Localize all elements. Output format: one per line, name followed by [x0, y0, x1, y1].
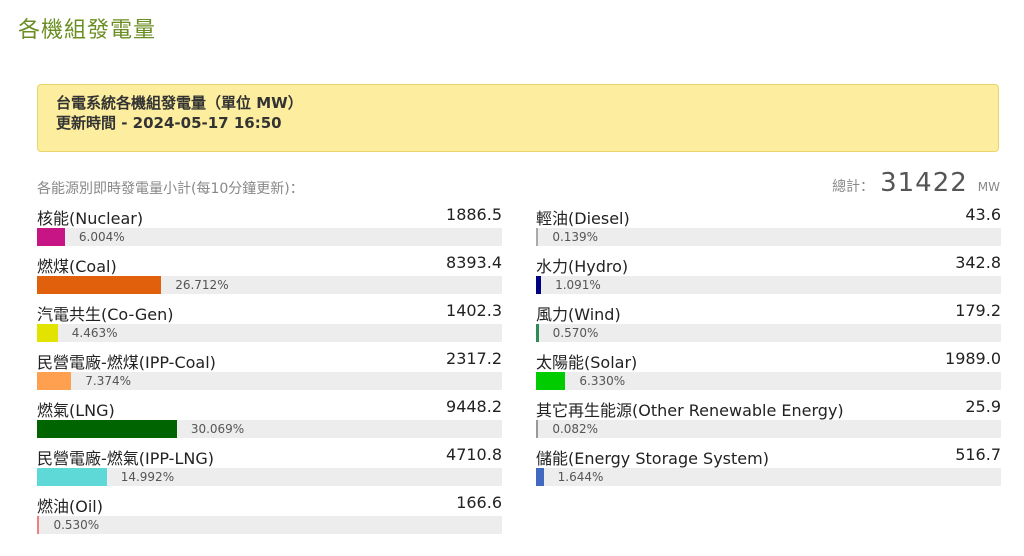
- share-bar-track: 0.530%: [37, 516, 502, 534]
- share-percent: 0.530%: [53, 518, 100, 532]
- share-percent: 1.644%: [557, 470, 604, 484]
- energy-value: 9448.2: [446, 397, 502, 416]
- energy-value: 4710.8: [446, 445, 502, 464]
- energy-value: 342.8: [955, 253, 1001, 272]
- share-bar-track: 1.644%: [536, 468, 1001, 486]
- energy-item: 燃煤(Coal) 8393.4 26.712%: [37, 253, 502, 301]
- share-bar-fill: [536, 420, 539, 438]
- share-percent: 30.069%: [190, 422, 245, 436]
- update-time: 更新時間 - 2024-05-17 16:50: [56, 114, 282, 132]
- subtotal-heading: 各能源別即時發電量小計(每10分鐘更新)：: [37, 181, 304, 197]
- total-label: 總計：: [832, 179, 875, 195]
- energy-name: 儲能(Energy Storage System): [536, 449, 769, 468]
- energy-item: 風力(Wind) 179.2 0.570%: [536, 301, 1001, 349]
- energy-list-right: 輕油(Diesel) 43.6 0.139% 水力(Hydro) 342.8 1.091%…: [536, 205, 1001, 493]
- share-bar-track: 6.330%: [536, 372, 1001, 390]
- energy-item: 民營電廠-燃煤(IPP-Coal) 2317.2 7.374%: [37, 349, 502, 397]
- energy-name: 核能(Nuclear): [37, 209, 144, 228]
- energy-item: 儲能(Energy Storage System) 516.7 1.644%: [536, 445, 1001, 493]
- total-summary: 總計： 31422 MW: [832, 168, 1000, 198]
- share-bar-fill: [536, 468, 544, 486]
- share-bar-fill: [37, 324, 58, 342]
- energy-name: 燃氣(LNG): [37, 401, 115, 420]
- share-percent: 6.330%: [579, 374, 626, 388]
- share-bar-track: 7.374%: [37, 372, 502, 390]
- energy-value: 166.6: [456, 493, 502, 512]
- energy-item: 汽電共生(Co-Gen) 1402.3 4.463%: [37, 301, 502, 349]
- energy-item: 太陽能(Solar) 1989.0 6.330%: [536, 349, 1001, 397]
- share-bar-fill: [37, 516, 40, 534]
- energy-value: 516.7: [955, 445, 1001, 464]
- share-percent: 0.082%: [552, 422, 599, 436]
- energy-name: 其它再生能源(Other Renewable Energy): [536, 401, 844, 420]
- energy-value: 1989.0: [945, 349, 1001, 368]
- share-bar-fill: [37, 228, 65, 246]
- share-bar-fill: [37, 420, 177, 438]
- share-bar-track: 30.069%: [37, 420, 502, 438]
- share-bar-fill: [536, 228, 539, 246]
- energy-name: 輕油(Diesel): [536, 209, 630, 228]
- share-bar-fill: [37, 468, 107, 486]
- energy-name: 燃油(Oil): [37, 497, 103, 516]
- share-bar-fill: [37, 372, 72, 390]
- energy-name: 汽電共生(Co-Gen): [37, 305, 174, 324]
- share-bar-track: 0.082%: [536, 420, 1001, 438]
- energy-list-left: 核能(Nuclear) 1886.5 6.004% 燃煤(Coal) 8393.4 26.…: [37, 205, 502, 541]
- share-bar-track: 14.992%: [37, 468, 502, 486]
- energy-item: 燃油(Oil) 166.6 0.530%: [37, 493, 502, 541]
- energy-name: 太陽能(Solar): [536, 353, 638, 372]
- info-box: 台電系統各機組發電量（單位 MW） 更新時間 - 2024-05-17 16:5…: [37, 84, 999, 152]
- share-bar-track: 4.463%: [37, 324, 502, 342]
- share-percent: 0.570%: [552, 326, 599, 340]
- energy-name: 燃煤(Coal): [37, 257, 117, 276]
- energy-value: 2317.2: [446, 349, 502, 368]
- share-bar-fill: [37, 276, 162, 294]
- energy-item: 水力(Hydro) 342.8 1.091%: [536, 253, 1001, 301]
- share-bar-track: 0.139%: [536, 228, 1001, 246]
- energy-value: 1886.5: [446, 205, 502, 224]
- share-bar-fill: [536, 372, 566, 390]
- share-percent: 14.992%: [120, 470, 175, 484]
- share-percent: 7.374%: [85, 374, 132, 388]
- total-value: 31422: [880, 168, 968, 198]
- energy-name: 民營電廠-燃煤(IPP-Coal): [37, 353, 216, 372]
- energy-item: 輕油(Diesel) 43.6 0.139%: [536, 205, 1001, 253]
- share-percent: 0.139%: [552, 230, 599, 244]
- energy-value: 1402.3: [446, 301, 502, 320]
- share-percent: 4.463%: [71, 326, 118, 340]
- share-bar-fill: [536, 276, 542, 294]
- energy-name: 風力(Wind): [536, 305, 621, 324]
- energy-name: 民營電廠-燃氣(IPP-LNG): [37, 449, 214, 468]
- energy-value: 8393.4: [446, 253, 502, 272]
- share-bar-track: 0.570%: [536, 324, 1001, 342]
- energy-item: 民營電廠-燃氣(IPP-LNG) 4710.8 14.992%: [37, 445, 502, 493]
- page-title: 各機組發電量: [18, 18, 157, 43]
- energy-value: 25.9: [965, 397, 1001, 416]
- energy-name: 水力(Hydro): [536, 257, 629, 276]
- share-bar-track: 1.091%: [536, 276, 1001, 294]
- energy-item: 核能(Nuclear) 1886.5 6.004%: [37, 205, 502, 253]
- energy-value: 179.2: [955, 301, 1001, 320]
- share-bar-track: 26.712%: [37, 276, 502, 294]
- total-unit: MW: [977, 180, 1000, 194]
- energy-item: 其它再生能源(Other Renewable Energy) 25.9 0.082%: [536, 397, 1001, 445]
- info-title: 台電系統各機組發電量（單位 MW）: [56, 94, 303, 112]
- share-bar-track: 6.004%: [37, 228, 502, 246]
- share-bar-fill: [536, 324, 539, 342]
- share-percent: 6.004%: [78, 230, 125, 244]
- share-percent: 26.712%: [175, 278, 229, 292]
- energy-item: 燃氣(LNG) 9448.2 30.069%: [37, 397, 502, 445]
- energy-value: 43.6: [965, 205, 1001, 224]
- share-percent: 1.091%: [555, 278, 601, 292]
